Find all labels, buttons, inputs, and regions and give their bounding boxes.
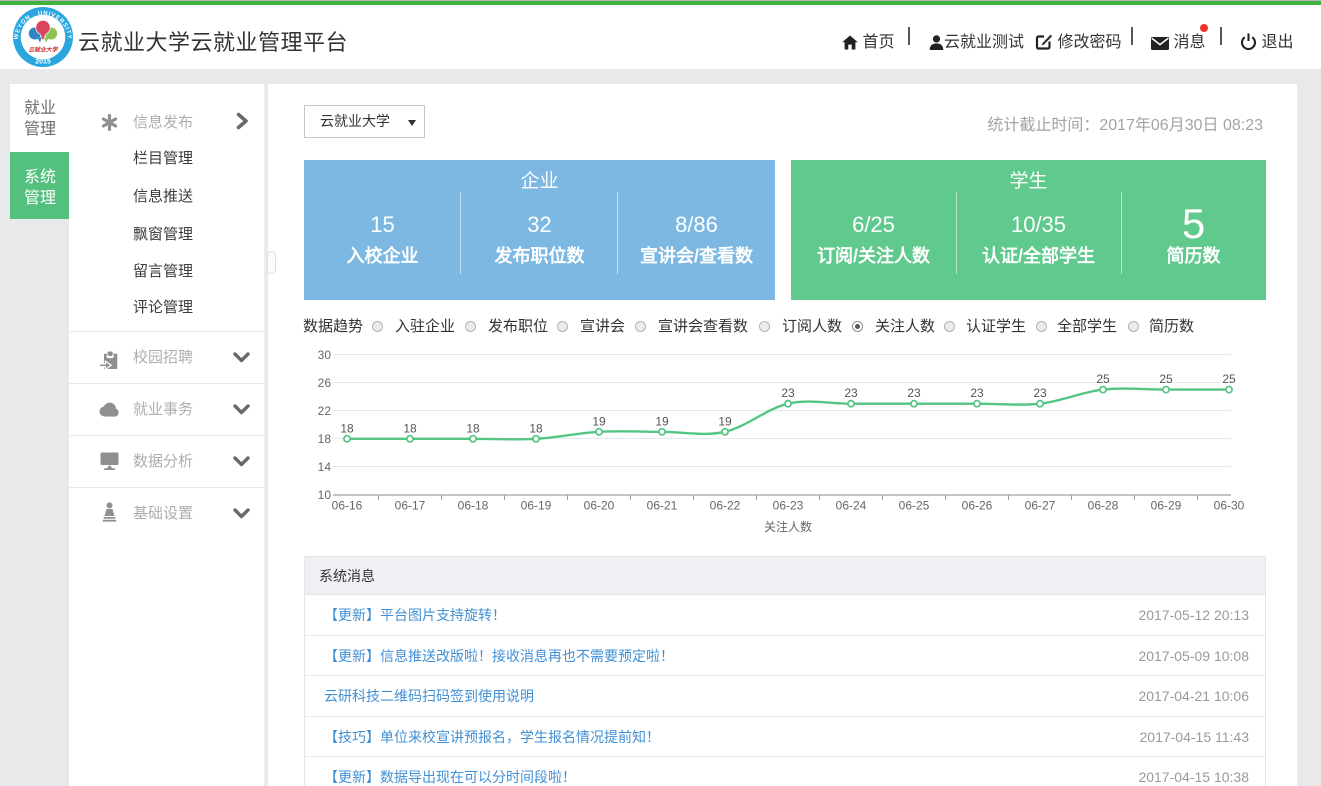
svg-text:10: 10 (318, 488, 332, 502)
svg-text:06-30: 06-30 (1214, 499, 1245, 513)
svg-text:23: 23 (844, 386, 858, 400)
svg-text:25: 25 (1096, 372, 1110, 386)
svg-text:06-22: 06-22 (710, 499, 741, 513)
svg-text:云就业大学: 云就业大学 (29, 46, 59, 54)
svg-text:25: 25 (1159, 372, 1173, 386)
svg-text:23: 23 (1033, 386, 1047, 400)
svg-text:06-28: 06-28 (1088, 499, 1119, 513)
svg-text:14: 14 (318, 460, 332, 474)
svg-text:23: 23 (781, 386, 795, 400)
svg-text:18: 18 (466, 421, 480, 435)
svg-text:06-18: 06-18 (458, 499, 489, 513)
svg-text:23: 23 (970, 386, 984, 400)
svg-text:30: 30 (318, 348, 332, 362)
svg-text:19: 19 (718, 414, 732, 428)
svg-text:18: 18 (340, 421, 354, 435)
svg-text:06-24: 06-24 (836, 499, 867, 513)
svg-text:2015: 2015 (35, 59, 51, 66)
svg-text:06-16: 06-16 (332, 499, 363, 513)
svg-text:06-26: 06-26 (962, 499, 993, 513)
svg-text:19: 19 (592, 414, 606, 428)
svg-text:18: 18 (318, 432, 332, 446)
svg-text:19: 19 (655, 414, 669, 428)
svg-text:06-29: 06-29 (1151, 499, 1182, 513)
svg-text:06-27: 06-27 (1025, 499, 1056, 513)
svg-text:06-21: 06-21 (647, 499, 678, 513)
svg-text:25: 25 (1222, 372, 1236, 386)
svg-text:18: 18 (529, 421, 543, 435)
svg-text:06-19: 06-19 (521, 499, 552, 513)
svg-text:26: 26 (318, 376, 332, 390)
svg-text:22: 22 (318, 404, 332, 418)
svg-text:关注人数: 关注人数 (764, 519, 812, 534)
svg-text:06-25: 06-25 (899, 499, 930, 513)
svg-text:06-23: 06-23 (773, 499, 804, 513)
svg-text:06-20: 06-20 (584, 499, 615, 513)
svg-text:06-17: 06-17 (395, 499, 426, 513)
svg-text:18: 18 (403, 421, 417, 435)
svg-text:23: 23 (907, 386, 921, 400)
